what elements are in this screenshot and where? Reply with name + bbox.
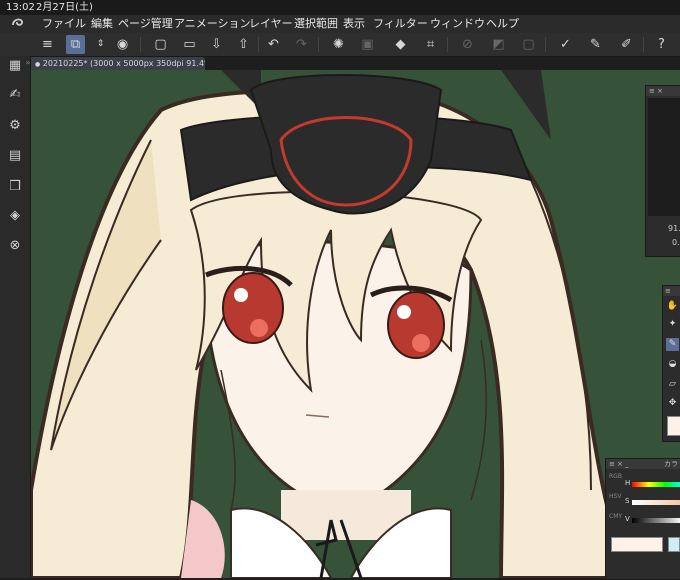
toolbar-divider	[447, 37, 448, 52]
menu-view[interactable]: 表示	[343, 15, 365, 33]
select-all-icon[interactable]: ▢	[519, 35, 538, 54]
hue-slider[interactable]	[632, 482, 680, 487]
menu-bar: ファイル 編集 ページ管理 アニメーション レイヤー 選択範囲 表示 フィルター…	[0, 15, 680, 33]
menu-icon[interactable]: ≡	[38, 35, 57, 54]
toolbar-divider	[643, 37, 644, 52]
check-icon[interactable]: ✓	[556, 35, 575, 54]
navigator-preview[interactable]	[648, 98, 680, 216]
menu-filter[interactable]: フィルター	[373, 15, 428, 33]
canvas-area[interactable]	[31, 70, 680, 578]
eraser-tool-icon[interactable]: ▱	[666, 378, 679, 391]
menu-layer[interactable]: レイヤー	[249, 15, 293, 33]
fill-tool-icon[interactable]: ◒	[666, 358, 679, 371]
panel-titlebar[interactable]: ≡ × _ カラ	[606, 459, 680, 469]
tool-panel: ≡ ✋ ✦ ✎ ◒ ▱ ✥	[662, 285, 680, 442]
pen-icon[interactable]: ✐	[617, 35, 636, 54]
menu-page[interactable]: ページ管理	[118, 15, 173, 33]
value-label: V	[625, 515, 630, 523]
document-tab[interactable]: ● 20210225* (3000 x 5000px 350dpi 91.4%)	[31, 57, 205, 70]
layer-property-icon[interactable]: ❒	[5, 177, 25, 197]
sub-tool-icon[interactable]: ✍	[5, 85, 25, 105]
rotate-value[interactable]: 0.	[672, 238, 680, 247]
menu-help[interactable]: ヘルプ	[486, 15, 519, 33]
export-icon[interactable]: ⇧	[234, 35, 253, 54]
saturation-slider[interactable]	[632, 500, 680, 505]
magic-wand-icon[interactable]: ✦	[666, 318, 679, 331]
new-page-icon[interactable]: ▢	[151, 35, 170, 54]
clear-selection-icon[interactable]: ⊘	[458, 35, 477, 54]
menu-window[interactable]: ウィンドウ	[430, 15, 485, 33]
help-icon[interactable]: ?	[652, 35, 671, 54]
navigator-icon[interactable]: ⊗	[5, 236, 25, 256]
tab-rgb[interactable]: RGB	[609, 473, 622, 480]
document-close-icon[interactable]: ●	[35, 61, 40, 68]
menu-selection[interactable]: 選択範囲	[294, 15, 338, 33]
system-status-bar: 13:02 2月27日(土)	[0, 0, 680, 15]
hand-tool-icon[interactable]: ✋	[666, 300, 679, 313]
pen-tool-icon[interactable]: ✎	[666, 338, 679, 351]
canvas-view-icon[interactable]: ⧉	[66, 35, 85, 54]
saturation-label: S	[625, 497, 630, 505]
document-tab-label: 20210225* (3000 x 5000px 350dpi 91.4%)	[42, 59, 205, 68]
invert-selection-icon[interactable]: ◩	[489, 35, 508, 54]
chevron-updown-icon[interactable]: ⇕	[91, 35, 110, 54]
toolbar-divider	[258, 37, 259, 52]
status-time: 13:02	[6, 2, 35, 13]
redo-icon[interactable]: ↷	[292, 35, 311, 54]
toolbar-divider	[318, 37, 319, 52]
left-tool-strip: « » ▦ ✍ ⚙ ▤ ❒ ◈ ⊗	[0, 56, 31, 578]
tool-palette-icon[interactable]: ▦	[5, 56, 25, 76]
status-date: 2月27日(土)	[36, 2, 93, 13]
panel-titlebar[interactable]: ≡	[663, 286, 680, 296]
menu-animation[interactable]: アニメーション	[174, 15, 251, 33]
save-icon[interactable]: ⇩	[207, 35, 226, 54]
main-color-swatch[interactable]	[611, 537, 663, 552]
sub-color-swatch[interactable]	[668, 537, 680, 552]
layers-icon[interactable]: ◈	[5, 206, 25, 226]
undo-icon[interactable]: ↶	[264, 35, 283, 54]
current-color-swatch[interactable]	[667, 416, 680, 436]
tab-cmy[interactable]: CMY	[609, 513, 622, 520]
value-slider[interactable]	[632, 518, 680, 523]
menu-file[interactable]: ファイル	[42, 15, 86, 33]
toolbar-divider	[140, 37, 141, 52]
command-bar: ≡ ⧉ ⇕ ◉ ▢ ▭ ⇩ ⇧ ↶ ↷ ✺ ▣ ◆ ⌗ ⊘ ◩ ▢ ✓ ✎ ✐ …	[0, 33, 680, 57]
transform-icon[interactable]: ▣	[358, 35, 377, 54]
color-panel-title: カラ	[664, 460, 678, 468]
crop-icon[interactable]: ⌗	[421, 35, 440, 54]
tool-property-icon[interactable]: ⚙	[5, 116, 25, 136]
panel-titlebar[interactable]: ≡ ×	[646, 86, 680, 96]
fill-icon[interactable]: ◆	[391, 35, 410, 54]
open-icon[interactable]: ▭	[180, 35, 199, 54]
app-logo-icon[interactable]	[10, 15, 28, 33]
move-tool-icon[interactable]: ✥	[666, 397, 679, 410]
loading-icon[interactable]: ✺	[329, 35, 348, 54]
navigator-panel: ≡ × 91. 0.	[645, 85, 680, 257]
color-slider-panel: ≡ × _ カラ RGB HSV CMY H S V	[605, 458, 680, 580]
toolbar-divider	[545, 37, 546, 52]
zoom-value[interactable]: 91.	[668, 224, 680, 233]
brush-icon[interactable]: ✎	[586, 35, 605, 54]
tab-hsv[interactable]: HSV	[609, 493, 621, 500]
artwork-illustration	[31, 70, 634, 578]
brush-size-icon[interactable]: ▤	[5, 146, 25, 166]
layer-mask-icon[interactable]: ◉	[113, 35, 132, 54]
hue-label: H	[625, 479, 631, 487]
menu-edit[interactable]: 編集	[91, 15, 113, 33]
